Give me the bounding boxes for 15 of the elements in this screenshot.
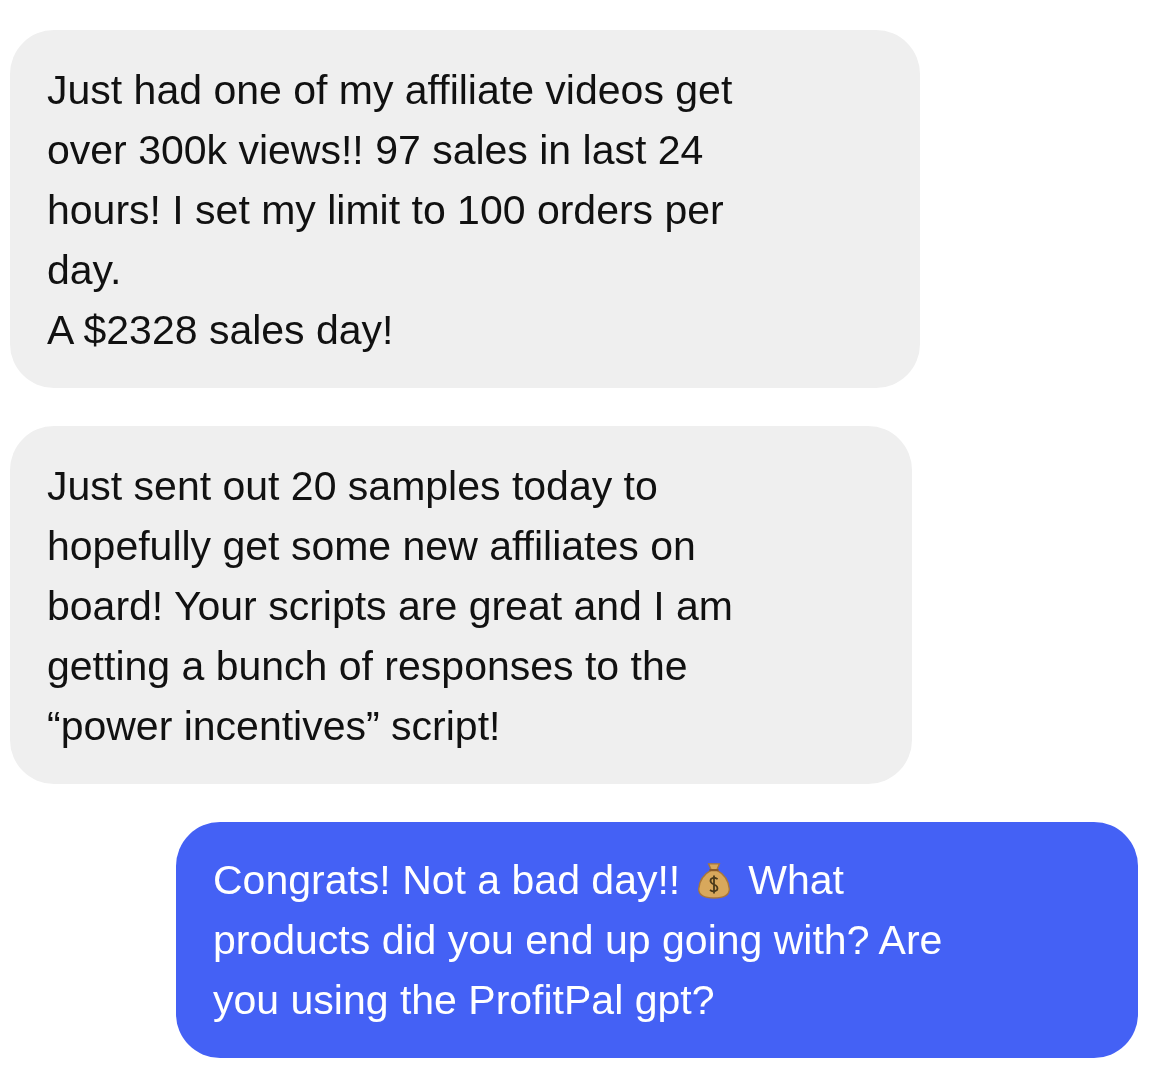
message-text: What xyxy=(748,856,844,905)
message-text: day. xyxy=(47,246,122,295)
message-text: products did you end up going with? Are xyxy=(213,916,943,965)
message-text: getting a bunch of responses to the xyxy=(47,642,688,691)
message-text: hours! I set my limit to 100 orders per xyxy=(47,186,724,235)
message-text: you using the ProfitPal gpt? xyxy=(213,976,715,1025)
message-text: Just had one of my affiliate videos get xyxy=(47,66,733,115)
money-bag-icon xyxy=(696,860,733,900)
message-text: A $2328 sales day! xyxy=(47,306,394,355)
message-text: hopefully get some new affiliates on xyxy=(47,522,696,571)
message-text: over 300k views!! 97 sales in last 24 xyxy=(47,126,704,175)
message-text: board! Your scripts are great and I am xyxy=(47,582,733,631)
message-text: Congrats! Not a bad day!! xyxy=(213,856,681,905)
message-text: “power incentives” script! xyxy=(47,702,501,751)
message-text: Just sent out 20 samples today to xyxy=(47,462,658,511)
